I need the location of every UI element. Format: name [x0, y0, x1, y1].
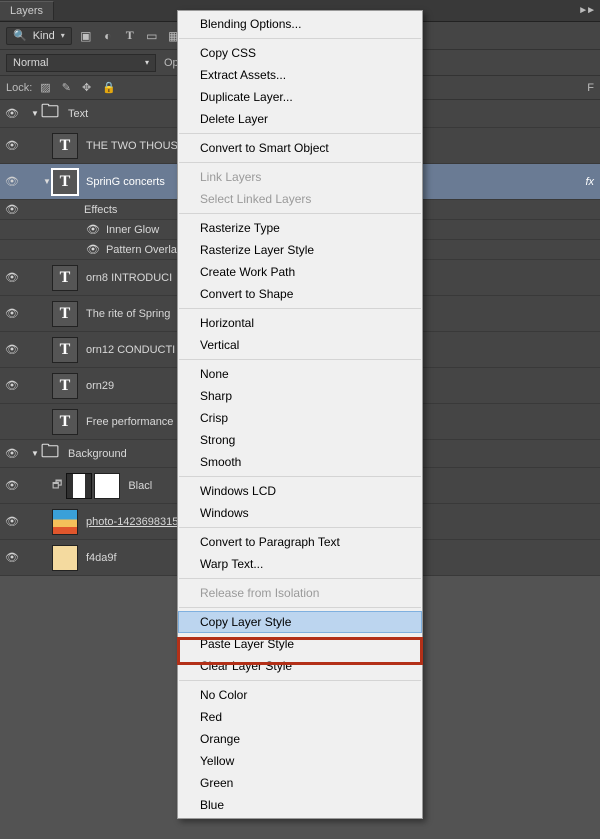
chevron-down-icon: ▾ — [145, 58, 149, 67]
menu-warp-text[interactable]: Warp Text... — [178, 553, 422, 575]
menu-aa-crisp[interactable]: Crisp — [178, 407, 422, 429]
folder-icon: 🗀 — [40, 441, 60, 467]
visibility-toggle[interactable]: 👁 — [0, 271, 24, 284]
visibility-toggle[interactable]: 👁 — [86, 223, 100, 236]
lock-label: Lock: — [6, 82, 32, 94]
visibility-toggle[interactable]: 👁 — [0, 307, 24, 320]
menu-aa-sharp[interactable]: Sharp — [178, 385, 422, 407]
menu-separator — [179, 213, 421, 214]
menu-color-red[interactable]: Red — [178, 706, 422, 728]
layer-context-menu: Blending Options... Copy CSS Extract Ass… — [177, 10, 423, 819]
twisty-down-icon[interactable]: ▼ — [30, 109, 40, 118]
menu-copy-css[interactable]: Copy CSS — [178, 42, 422, 64]
filter-adjustment-icon[interactable]: ◐ — [100, 29, 116, 43]
link-icon: 🗗 — [52, 476, 66, 495]
menu-copy-layer-style[interactable]: Copy Layer Style — [178, 611, 422, 633]
type-thumb-icon: T — [52, 409, 78, 435]
blend-mode-value: Normal — [13, 57, 48, 69]
visibility-toggle[interactable]: 👁 — [0, 139, 24, 152]
layer-thumb — [52, 545, 78, 571]
type-thumb-icon: T — [52, 133, 78, 159]
filter-kind-label: Kind — [33, 30, 55, 42]
menu-separator — [179, 359, 421, 360]
menu-blending-options[interactable]: Blending Options... — [178, 13, 422, 35]
menu-rasterize-type[interactable]: Rasterize Type — [178, 217, 422, 239]
menu-release-isolation: Release from Isolation — [178, 582, 422, 604]
visibility-toggle[interactable]: 👁 — [0, 551, 24, 564]
menu-convert-paragraph[interactable]: Convert to Paragraph Text — [178, 531, 422, 553]
menu-convert-smart-object[interactable]: Convert to Smart Object — [178, 137, 422, 159]
filter-pixel-icon[interactable]: ▣ — [78, 29, 94, 43]
visibility-toggle[interactable]: 👁 — [0, 203, 24, 216]
menu-paste-layer-style[interactable]: Paste Layer Style — [178, 633, 422, 655]
menu-separator — [179, 133, 421, 134]
layer-thumb — [94, 473, 120, 499]
type-thumb-icon: T — [52, 373, 78, 399]
panel-collapse-icon[interactable]: ►► — [578, 5, 600, 16]
menu-create-work-path[interactable]: Create Work Path — [178, 261, 422, 283]
menu-aa-none[interactable]: None — [178, 363, 422, 385]
filter-shape-icon[interactable]: ▭ — [144, 29, 160, 43]
chevron-down-icon: ▾ — [61, 31, 65, 40]
lock-icons[interactable]: ▨ ✎ ✥ 🔒 — [40, 81, 120, 94]
folder-icon: 🗀 — [40, 101, 60, 127]
layer-thumb — [52, 509, 78, 535]
blend-mode-dropdown[interactable]: Normal ▾ — [6, 54, 156, 72]
type-thumb-icon: T — [52, 169, 78, 195]
visibility-toggle[interactable]: 👁 — [0, 175, 24, 188]
visibility-toggle[interactable]: 👁 — [0, 107, 24, 120]
menu-separator — [179, 578, 421, 579]
menu-separator — [179, 680, 421, 681]
fx-badge[interactable]: fx — [585, 176, 600, 188]
menu-color-yellow[interactable]: Yellow — [178, 750, 422, 772]
menu-color-orange[interactable]: Orange — [178, 728, 422, 750]
menu-extract-assets[interactable]: Extract Assets... — [178, 64, 422, 86]
menu-color-none[interactable]: No Color — [178, 684, 422, 706]
menu-separator — [179, 476, 421, 477]
menu-color-blue[interactable]: Blue — [178, 794, 422, 816]
visibility-toggle[interactable]: 👁 — [0, 479, 24, 492]
fill-label: F — [587, 82, 594, 94]
menu-clear-layer-style[interactable]: Clear Layer Style — [178, 655, 422, 677]
menu-aa-strong[interactable]: Strong — [178, 429, 422, 451]
menu-link-layers: Link Layers — [178, 166, 422, 188]
menu-horizontal[interactable]: Horizontal — [178, 312, 422, 334]
menu-separator — [179, 162, 421, 163]
menu-separator — [179, 308, 421, 309]
menu-separator — [179, 607, 421, 608]
menu-separator — [179, 527, 421, 528]
search-icon: 🔍 — [13, 29, 27, 42]
visibility-toggle[interactable]: 👁 — [0, 515, 24, 528]
menu-delete-layer[interactable]: Delete Layer — [178, 108, 422, 130]
panel-tab-layers[interactable]: Layers — [0, 1, 54, 20]
type-thumb-icon: T — [52, 301, 78, 327]
twisty-down-icon[interactable]: ▼ — [30, 449, 40, 458]
menu-vertical[interactable]: Vertical — [178, 334, 422, 356]
menu-windows-lcd[interactable]: Windows LCD — [178, 480, 422, 502]
menu-aa-smooth[interactable]: Smooth — [178, 451, 422, 473]
menu-color-green[interactable]: Green — [178, 772, 422, 794]
twisty-down-icon[interactable]: ▼ — [42, 177, 52, 186]
menu-select-linked: Select Linked Layers — [178, 188, 422, 210]
visibility-toggle[interactable]: 👁 — [86, 243, 100, 256]
type-thumb-icon: T — [52, 337, 78, 363]
visibility-toggle[interactable]: 👁 — [0, 343, 24, 356]
menu-rasterize-layer-style[interactable]: Rasterize Layer Style — [178, 239, 422, 261]
filter-type-icon[interactable]: T — [122, 28, 138, 43]
menu-separator — [179, 38, 421, 39]
visibility-toggle[interactable]: 👁 — [0, 447, 24, 460]
menu-convert-to-shape[interactable]: Convert to Shape — [178, 283, 422, 305]
visibility-toggle[interactable]: 👁 — [0, 379, 24, 392]
menu-windows[interactable]: Windows — [178, 502, 422, 524]
filter-kind-dropdown[interactable]: 🔍 Kind ▾ — [6, 27, 72, 45]
type-thumb-icon: T — [52, 265, 78, 291]
menu-duplicate-layer[interactable]: Duplicate Layer... — [178, 86, 422, 108]
layer-mask-thumb — [66, 473, 92, 499]
